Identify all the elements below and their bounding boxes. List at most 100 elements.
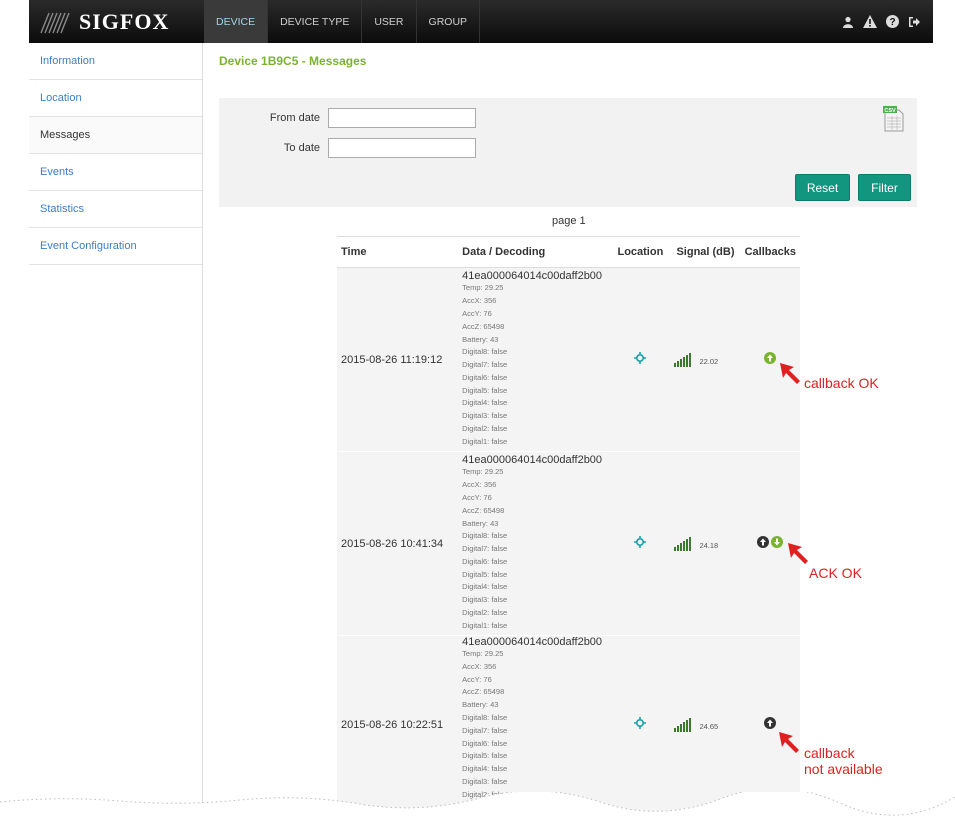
svg-text:?: ? — [889, 17, 895, 28]
decoded-field: Digital6: false — [462, 556, 508, 566]
sidebar-item-location[interactable]: Location — [29, 80, 202, 117]
location-cell — [610, 267, 671, 452]
annotation-arrow — [780, 363, 800, 384]
csv-label: CSV — [884, 108, 896, 114]
main-nav: DEVICE DEVICE TYPE USER GROUP — [204, 0, 481, 43]
annotation-callback-ok: callback OK — [804, 375, 879, 391]
decoded-field: Battery: 43 — [462, 518, 499, 528]
col-time[interactable]: Time — [337, 236, 459, 268]
signal-value: 24.18 — [699, 540, 719, 550]
decoded-field: Digital6: false — [462, 372, 508, 382]
sidebar-item-event-configuration[interactable]: Event Configuration — [29, 228, 202, 265]
warning-icon[interactable] — [863, 15, 877, 29]
user-icon[interactable] — [841, 15, 855, 29]
decoded-field: Digital4: false — [462, 398, 508, 408]
location-cell — [610, 635, 671, 816]
messages-table: Time Data / Decoding Location Signal (dB… — [337, 236, 800, 816]
decoded-field: AccZ: 65498 — [462, 321, 505, 331]
sidebar-item-information[interactable]: Information — [29, 43, 202, 80]
decoded-field: Digital8: false — [462, 531, 508, 541]
decoded-field: Digital7: false — [462, 544, 508, 554]
decoded-field: Digital8: false — [462, 712, 508, 722]
top-navbar: SIGFOX DEVICE DEVICE TYPE USER GROUP ? — [29, 0, 933, 43]
annotation-callback-not-available: callback not available — [804, 745, 883, 777]
signal-bar — [686, 538, 689, 551]
callback-unavailable-icon[interactable] — [757, 535, 770, 548]
signal-cell: 24.18 — [670, 451, 741, 636]
col-location[interactable]: Location — [610, 236, 671, 268]
csv-export-icon[interactable]: CSV — [883, 106, 905, 132]
annotation-line: not available — [804, 761, 883, 777]
brand[interactable]: SIGFOX — [29, 0, 204, 43]
reset-button[interactable]: Reset — [795, 174, 850, 201]
decoded-field: Digital2: false — [462, 424, 508, 434]
table-row[interactable]: 2015-08-26 10:41:34 41ea000064014c00daff2… — [337, 451, 800, 636]
decoded-field: Digital3: false — [462, 776, 508, 786]
tab-device[interactable]: DEVICE — [204, 0, 269, 43]
signal-cell: 22.02 — [670, 267, 741, 452]
signal-strength-icon: 24.65 — [674, 718, 736, 733]
decoded-field: Digital5: false — [462, 385, 508, 395]
table-row[interactable]: 2015-08-26 10:22:51 41ea000064014c00daff2… — [337, 635, 800, 816]
message-time: 2015-08-26 11:19:12 — [337, 267, 459, 452]
from-date-row: From date — [219, 108, 476, 128]
decoded-field: AccY: 76 — [462, 308, 492, 318]
message-hex: 41ea000064014c00daff2b00 — [462, 636, 603, 648]
decoded-field: AccX: 356 — [462, 661, 497, 671]
message-data: 41ea000064014c00daff2b00 Temp: 29.25 AccX:… — [458, 267, 611, 452]
decoded-field: Temp: 29.25 — [462, 649, 504, 658]
signal-bar — [686, 720, 689, 733]
signal-value: 22.02 — [699, 356, 719, 366]
sidebar-item-statistics[interactable]: Statistics — [29, 191, 202, 228]
to-date-row: To date — [219, 138, 476, 158]
signal-bar — [683, 356, 686, 367]
sidebar-item-messages[interactable]: Messages — [29, 117, 202, 154]
col-callbacks[interactable]: Callbacks — [740, 236, 800, 268]
col-data[interactable]: Data / Decoding — [458, 236, 611, 268]
to-date-input[interactable] — [328, 138, 476, 158]
callbacks-cell — [740, 267, 800, 452]
logout-icon[interactable] — [907, 15, 921, 29]
callback-ok-icon[interactable] — [764, 351, 777, 364]
filter-button[interactable]: Filter — [858, 174, 911, 201]
sidebar-item-events[interactable]: Events — [29, 154, 202, 191]
signal-cell: 24.65 — [670, 635, 741, 816]
col-signal[interactable]: Signal (dB) — [670, 236, 741, 268]
signal-bar — [680, 724, 683, 733]
callbacks-cell — [740, 635, 800, 816]
location-crosshair-icon[interactable] — [634, 351, 647, 364]
signal-bar — [674, 362, 677, 367]
decoded-field: Digital8: false — [462, 347, 508, 357]
decoded-field: AccX: 356 — [462, 480, 497, 490]
decoded-field: Digital4: false — [462, 582, 508, 592]
location-crosshair-icon[interactable] — [634, 535, 647, 548]
tab-user[interactable]: USER — [362, 0, 417, 43]
page-indicator: page 1 — [552, 215, 586, 227]
signal-bar — [680, 542, 683, 551]
tab-device-type[interactable]: DEVICE TYPE — [268, 0, 363, 43]
decoded-field: Digital3: false — [462, 595, 508, 605]
decoded-field: Digital3: false — [462, 411, 508, 421]
signal-bar — [677, 726, 680, 733]
callback-unavailable-icon[interactable] — [764, 717, 777, 730]
filter-panel: From date To date CSV Reset Filter — [219, 98, 917, 207]
signal-bar — [677, 360, 680, 367]
tab-group[interactable]: GROUP — [417, 0, 481, 43]
annotation-arrow — [779, 732, 799, 753]
decoded-field: AccY: 76 — [462, 492, 492, 502]
decoded-field: Digital2: false — [462, 608, 508, 618]
table-row[interactable]: 2015-08-26 11:19:12 41ea000064014c00daff2… — [337, 267, 800, 452]
message-hex: 41ea000064014c00daff2b00 — [462, 270, 603, 283]
decoded-field: Digital7: false — [462, 360, 508, 370]
message-time: 2015-08-26 10:41:34 — [337, 451, 459, 636]
from-date-input[interactable] — [328, 108, 476, 128]
location-crosshair-icon[interactable] — [634, 717, 647, 730]
decoded-field: AccY: 76 — [462, 674, 492, 684]
decoded-field: AccZ: 65498 — [462, 505, 505, 515]
help-icon[interactable]: ? — [885, 15, 899, 29]
message-data: 41ea000064014c00daff2b00 Temp: 29.25 AccX:… — [458, 451, 611, 636]
signal-bar — [689, 352, 692, 367]
decoded-field: Digital6: false — [462, 738, 508, 748]
ack-ok-icon[interactable] — [771, 535, 784, 548]
decoded-field: Digital1: false — [462, 620, 508, 630]
